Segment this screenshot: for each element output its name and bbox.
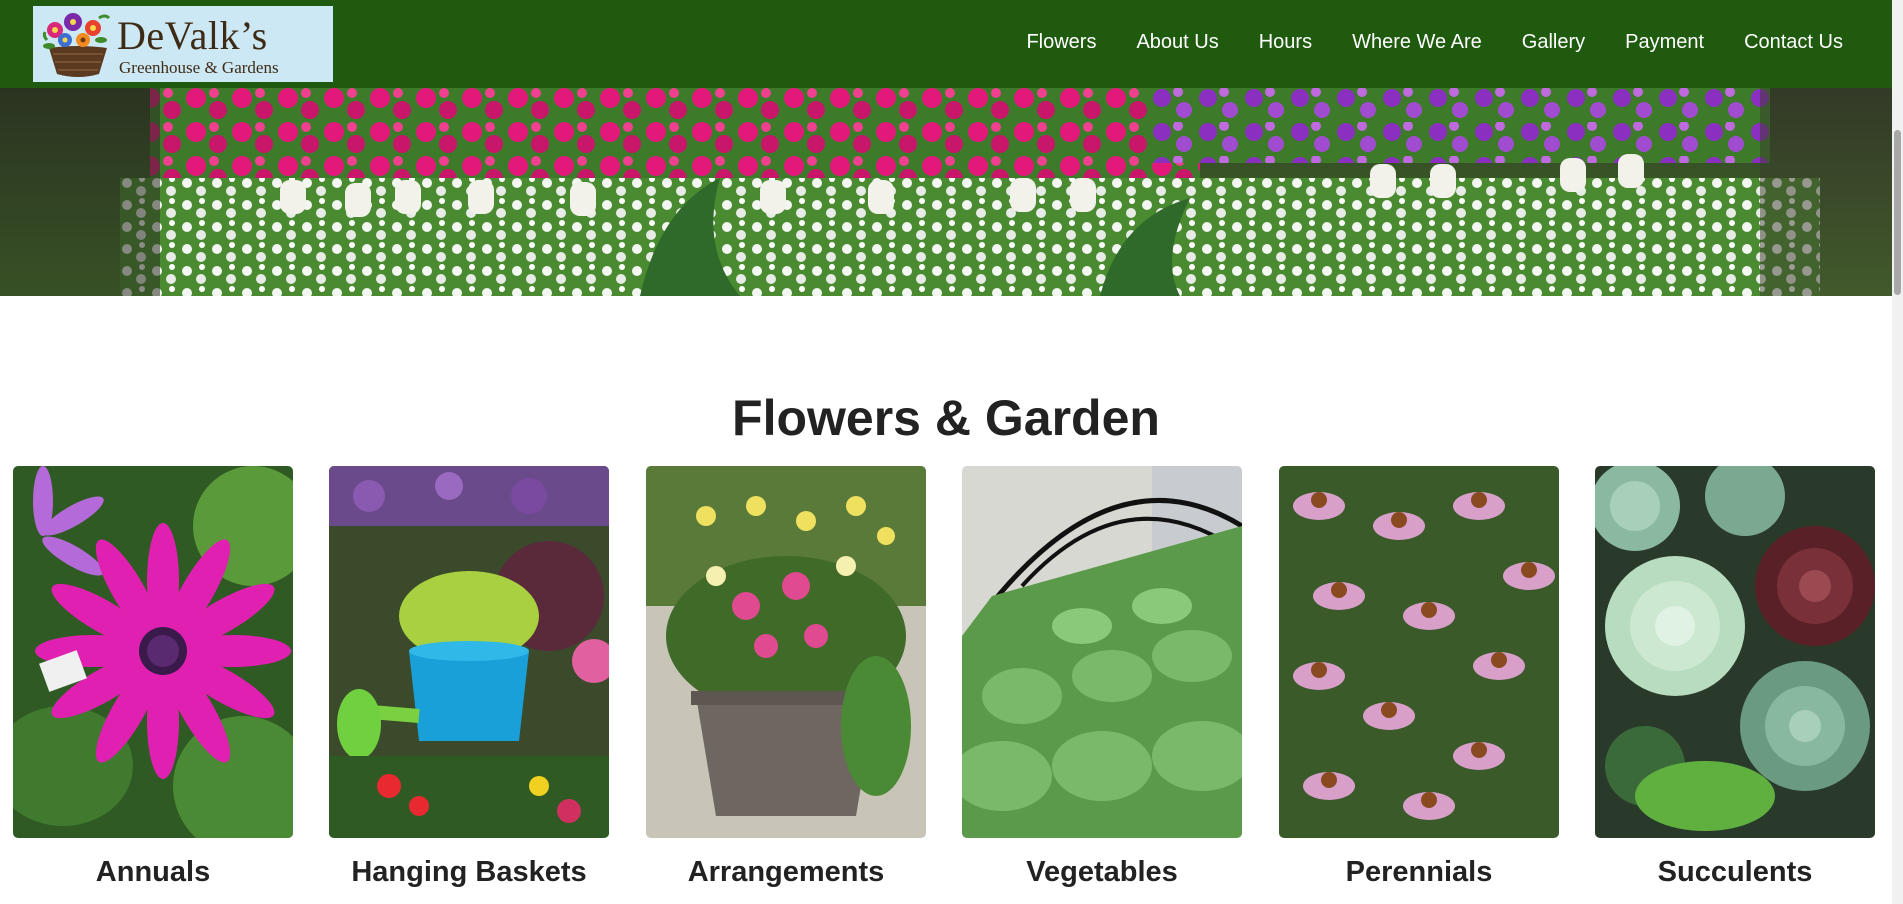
logo-subtitle: Greenhouse & Gardens bbox=[119, 58, 279, 77]
nav-gallery[interactable]: Gallery bbox=[1522, 31, 1585, 54]
main-nav: Flowers About Us Hours Where We Are Gall… bbox=[1026, 31, 1843, 54]
hero-banner-image bbox=[0, 88, 1892, 296]
category-card-vegetables[interactable]: Vegetables bbox=[962, 466, 1242, 889]
category-card-arrangements[interactable]: Arrangements bbox=[646, 466, 926, 889]
succulents-image bbox=[1595, 466, 1875, 838]
vegetables-image bbox=[962, 466, 1242, 838]
flower-basket-logo-icon bbox=[42, 13, 111, 77]
category-card-succulents[interactable]: Succulents bbox=[1595, 466, 1875, 889]
nav-contact-us[interactable]: Contact Us bbox=[1744, 31, 1843, 54]
devalks-logo[interactable]: DeValk’s Greenhouse & Gardens bbox=[33, 6, 333, 82]
annuals-image bbox=[13, 466, 293, 838]
nav-about-us[interactable]: About Us bbox=[1136, 31, 1218, 54]
perennials-label: Perennials bbox=[1345, 856, 1493, 888]
hanging-baskets-label: Hanging Baskets bbox=[351, 856, 587, 888]
nav-where-we-are[interactable]: Where We Are bbox=[1352, 31, 1482, 54]
annuals-label: Annuals bbox=[95, 856, 211, 888]
nav-hours[interactable]: Hours bbox=[1259, 31, 1312, 54]
vegetables-label: Vegetables bbox=[1026, 856, 1178, 888]
category-card-perennials[interactable]: Perennials bbox=[1279, 466, 1559, 889]
nav-payment[interactable]: Payment bbox=[1625, 31, 1704, 54]
perennials-image bbox=[1279, 466, 1559, 838]
logo-name: DeValk’s bbox=[117, 13, 268, 58]
succulents-label: Succulents bbox=[1657, 856, 1813, 888]
scrollbar-thumb[interactable] bbox=[1894, 130, 1901, 295]
arrangements-image bbox=[646, 466, 926, 838]
site-header: DeValk’s Greenhouse & Gardens Flowers Ab… bbox=[0, 0, 1892, 88]
section-title: Flowers & Garden bbox=[732, 389, 1160, 446]
category-card-hanging-baskets[interactable]: Hanging Baskets bbox=[329, 466, 609, 889]
nav-flowers[interactable]: Flowers bbox=[1026, 31, 1096, 54]
category-card-annuals[interactable]: Annuals bbox=[13, 466, 293, 889]
hanging-baskets-image bbox=[329, 466, 609, 838]
page-scrollbar[interactable] bbox=[1892, 0, 1903, 904]
arrangements-label: Arrangements bbox=[687, 856, 885, 888]
